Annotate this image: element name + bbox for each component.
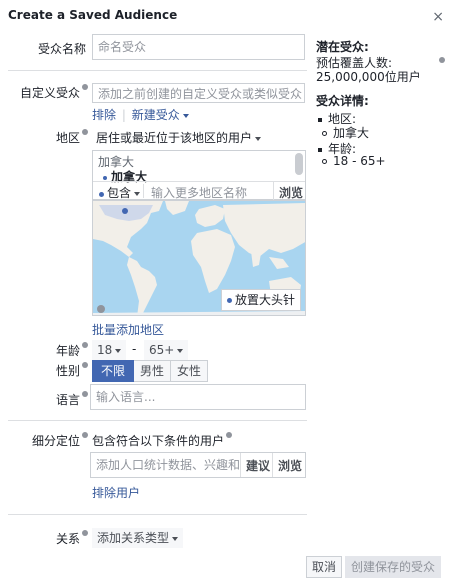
pin-icon xyxy=(103,175,107,180)
detailed-targeting-subtitle: 包含符合以下条件的用户 xyxy=(92,432,233,449)
info-icon xyxy=(439,57,445,63)
divider xyxy=(8,420,307,421)
audience-name-input[interactable]: 命名受众 xyxy=(92,34,305,60)
detailed-targeting-label: 细分定位 xyxy=(8,432,88,449)
scrollbar[interactable] xyxy=(295,153,303,175)
create-saved-audience-button[interactable]: 创建保存的受众 xyxy=(345,556,442,578)
divider xyxy=(272,453,273,477)
chevron-down-icon xyxy=(134,191,141,196)
divider xyxy=(143,184,144,198)
browse-interests-button[interactable]: 浏览 xyxy=(278,457,302,474)
info-icon xyxy=(82,432,88,438)
divider xyxy=(273,182,274,200)
bullet-icon xyxy=(318,147,322,152)
create-new-audience-link[interactable]: 新建受众 xyxy=(132,108,180,122)
chevron-down-icon xyxy=(172,536,179,541)
divider xyxy=(8,514,307,515)
custom-audience-actions: 排除 | 新建受众 xyxy=(92,106,189,123)
browse-locations-button[interactable]: 浏览 xyxy=(279,184,303,201)
gender-male-button[interactable]: 男性 xyxy=(134,360,172,382)
pin-icon xyxy=(226,298,232,303)
selected-locations-box: 加拿大 加拿大 包含 输入更多地区名称 浏览 xyxy=(92,150,306,200)
custom-audience-input[interactable]: 添加之前创建的自定义受众或类似受众 xyxy=(92,83,305,103)
details-region-value: 加拿大 xyxy=(322,124,369,141)
info-icon xyxy=(226,432,233,438)
info-icon xyxy=(82,391,88,397)
exclude-people-link[interactable]: 排除用户 xyxy=(92,484,140,501)
dialog-title: Create a Saved Audience xyxy=(8,8,178,22)
location-map[interactable]: 放置大头针 xyxy=(92,200,306,316)
divider xyxy=(8,70,307,71)
cancel-button[interactable]: 取消 xyxy=(306,556,343,578)
circle-bullet-icon xyxy=(322,131,327,136)
name-label: 受众名称 xyxy=(37,42,86,56)
chevron-down-icon xyxy=(177,348,184,353)
close-icon[interactable]: × xyxy=(432,9,444,25)
language-label: 语言 xyxy=(8,391,88,408)
location-search-input[interactable]: 输入更多地区名称 xyxy=(151,184,247,201)
potential-audience-title: 潜在受众: xyxy=(316,40,369,54)
drop-pin-button[interactable]: 放置大头针 xyxy=(220,289,301,311)
info-icon xyxy=(82,129,88,135)
selected-location-item: 加拿大 xyxy=(103,168,147,185)
connections-label: 关系 xyxy=(8,530,88,547)
info-icon xyxy=(82,84,88,90)
gender-all-button[interactable]: 不限 xyxy=(92,360,135,382)
age-max-dropdown[interactable]: 65+ xyxy=(144,340,189,360)
include-dropdown[interactable]: 包含 xyxy=(99,184,141,201)
bullet-icon xyxy=(318,117,322,122)
age-separator: - xyxy=(132,342,137,356)
gender-segmented-control: 不限 男性 女性 xyxy=(92,360,209,382)
custom-audience-label: 自定义受众 xyxy=(8,84,88,101)
gender-label: 性别 xyxy=(8,362,88,379)
info-icon xyxy=(82,530,88,536)
info-icon xyxy=(82,342,88,348)
connection-type-dropdown[interactable]: 添加关系类型 xyxy=(92,528,184,548)
divider xyxy=(240,453,241,477)
estimated-reach-value: 25,000,000位用户 xyxy=(316,70,421,84)
details-age-value: 18 - 65+ xyxy=(322,154,386,168)
region-label: 地区 xyxy=(8,129,88,146)
gender-female-button[interactable]: 女性 xyxy=(171,360,209,382)
chevron-down-icon[interactable] xyxy=(182,113,189,118)
age-min-dropdown[interactable]: 18 xyxy=(92,340,127,360)
exclude-link[interactable]: 排除 xyxy=(92,108,116,122)
circle-bullet-icon xyxy=(322,159,327,164)
detailed-targeting-input[interactable]: 添加人口统计数据、兴趣和 xyxy=(90,452,306,478)
age-label: 年龄 xyxy=(8,342,88,359)
pin-icon xyxy=(99,192,104,197)
map-attribution-icon xyxy=(97,305,105,313)
chevron-down-icon xyxy=(255,136,262,141)
location-type-dropdown[interactable]: 居住或最近位于该地区的用户 xyxy=(96,129,262,146)
bulk-add-locations-link[interactable]: 批量添加地区 xyxy=(92,321,164,338)
audience-details-title: 受众详情: xyxy=(316,94,369,108)
chevron-down-icon xyxy=(115,348,122,353)
info-icon xyxy=(82,362,88,368)
language-input[interactable]: 输入语言... xyxy=(90,384,306,410)
suggestions-button[interactable]: 建议 xyxy=(246,457,270,474)
